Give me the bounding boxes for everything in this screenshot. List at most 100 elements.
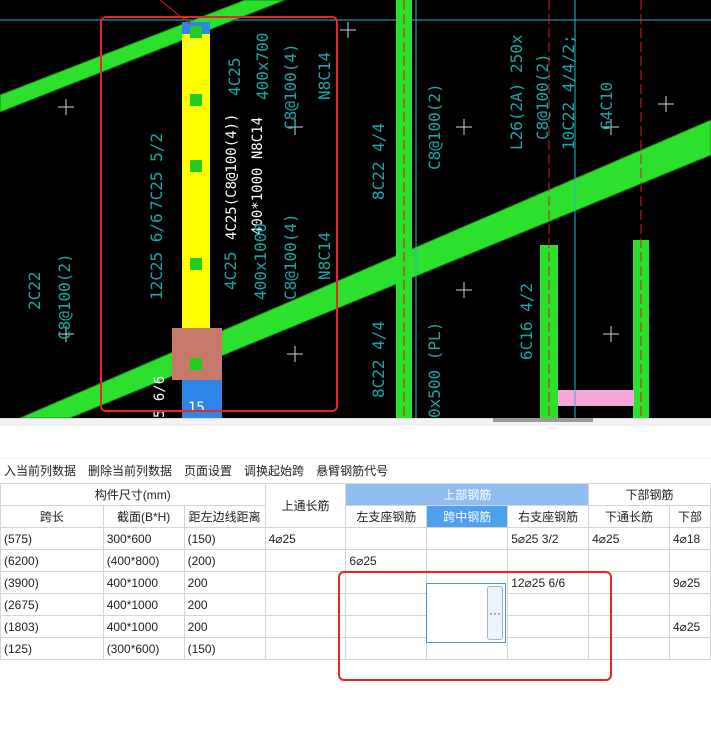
cell-right[interactable] — [507, 637, 590, 660]
cell-right[interactable]: 5⌀25 3/2 — [507, 527, 590, 550]
cad-label: C8@100(4) — [281, 43, 300, 130]
cell-section[interactable]: 400*1000 — [102, 571, 185, 594]
cad-label: 0x500 (PL) — [425, 322, 444, 418]
cell-offset[interactable]: 200 — [183, 615, 266, 638]
mid-span-header[interactable]: 跨中钢筋 — [426, 505, 509, 528]
offset-header[interactable]: 距左边线距离 — [183, 505, 266, 528]
cad-label: N8C14 — [315, 232, 334, 280]
cell-offset[interactable]: (200) — [183, 549, 266, 572]
cad-label: C8@100(4) — [281, 213, 300, 300]
cad-label: 8C22 4/4 — [369, 123, 388, 200]
top-through-header[interactable]: 上通长筋 — [264, 483, 347, 528]
table-row[interactable]: (125) (300*600) (150) — [0, 637, 711, 660]
grid-menu-bar: 入当前列数据 删除当前列数据 页面设置 调换起始跨 悬臂钢筋代号 — [0, 458, 396, 482]
cell-bottom-through[interactable] — [588, 571, 670, 594]
cad-label: G4C10 — [597, 82, 616, 130]
cad-label: 400*1000 N8C14 — [250, 117, 266, 235]
cell-bottom[interactable] — [668, 593, 711, 616]
toolbar-area — [0, 426, 711, 459]
cell-bottom-through[interactable] — [588, 549, 670, 572]
cell-span[interactable]: (6200) — [0, 549, 104, 572]
cell-bottom[interactable] — [668, 549, 711, 572]
cell-top-through[interactable] — [264, 593, 347, 616]
right-support-header[interactable]: 右支座钢筋 — [507, 505, 590, 528]
mid-span-edit-cell[interactable]: ··· — [426, 583, 506, 643]
cell-span[interactable]: (3900) — [0, 571, 104, 594]
delete-column-button[interactable]: 删除当前列数据 — [84, 462, 176, 479]
left-support-header[interactable]: 左支座钢筋 — [345, 505, 428, 528]
cell-section[interactable]: 400*1000 — [102, 615, 185, 638]
cell-top-through[interactable] — [264, 549, 347, 572]
cell-bottom-through[interactable] — [588, 593, 670, 616]
horizontal-scrollbar-thumb[interactable] — [493, 418, 593, 422]
bottom-through-header[interactable]: 下通长筋 — [588, 505, 670, 528]
cad-label: C8@100(2) — [425, 83, 444, 170]
cell-right[interactable]: 12⌀25 6/6 — [507, 571, 590, 594]
cad-label: 400x700 — [253, 33, 272, 100]
cell-bottom[interactable] — [668, 637, 711, 660]
cell-span[interactable]: (125) — [0, 637, 104, 660]
cell-top-through[interactable] — [264, 637, 347, 660]
cad-label: 4C25 — [221, 251, 240, 290]
cell-left[interactable] — [345, 527, 428, 550]
rebar-table: 构件尺寸(mm) 上通长筋 上部钢筋 下部钢筋 跨长 截面(B*H) 距左边线距… — [0, 483, 711, 660]
cell-left[interactable] — [345, 593, 428, 616]
cell-span[interactable]: (575) — [0, 527, 104, 550]
cad-label: 5 6/6 — [152, 376, 168, 418]
cell-top-through[interactable] — [264, 615, 347, 638]
cad-label: 4C25(C8@100(4)) — [224, 114, 240, 240]
cad-label: 6C16 4/2 — [517, 283, 536, 360]
bottom-next-header[interactable]: 下部 — [668, 505, 711, 528]
cell-left[interactable] — [345, 571, 428, 594]
cell-right[interactable] — [507, 593, 590, 616]
cell-top-through[interactable]: 4⌀25 — [264, 527, 347, 550]
cell-bottom[interactable]: 4⌀18 — [668, 527, 711, 550]
cell-offset[interactable]: (150) — [183, 637, 266, 660]
rebar-grid: 构件尺寸(mm) 上通长筋 上部钢筋 下部钢筋 跨长 截面(B*H) 距左边线距… — [0, 483, 711, 731]
cell-span[interactable]: (1803) — [0, 615, 104, 638]
span-header[interactable]: 跨长 — [0, 505, 104, 528]
cad-label: L26(2A) 250x — [507, 34, 526, 150]
cad-label: 400x1000 — [251, 223, 270, 300]
cell-offset[interactable]: 200 — [183, 571, 266, 594]
cell-right[interactable] — [507, 615, 590, 638]
ellipsis-button[interactable]: ··· — [487, 586, 503, 640]
cell-bottom[interactable]: 9⌀25 — [668, 571, 711, 594]
cell-section[interactable]: (300*600) — [102, 637, 185, 660]
cad-label: N8C14 — [315, 52, 334, 100]
cad-drawing: 4C25 400x700 C8@100(4) N8C14 4C25(C8@100… — [0, 0, 711, 418]
cell-span[interactable]: (2675) — [0, 593, 104, 616]
group-bottom-header: 下部钢筋 — [588, 483, 711, 506]
insert-column-button[interactable]: 入当前列数据 — [0, 462, 80, 479]
cell-section[interactable]: 300*600 — [102, 527, 185, 550]
page-setup-button[interactable]: 页面设置 — [180, 462, 236, 479]
cell-right[interactable] — [507, 549, 590, 572]
cell-offset[interactable]: 200 — [183, 593, 266, 616]
group-size-header: 构件尺寸(mm) — [0, 483, 266, 506]
cad-label: 10C22 4/4/2; — [559, 34, 578, 150]
table-row[interactable]: (575) 300*600 (150) 4⌀25 5⌀25 3/2 4⌀25 4⌀18 — [0, 527, 711, 550]
table-row[interactable]: (6200) (400*800) (200) 6⌀25 — [0, 549, 711, 572]
cad-label: C8@100(2) — [55, 253, 74, 340]
cell-offset[interactable]: (150) — [183, 527, 266, 550]
cad-label: 8C22 4/4 — [369, 321, 388, 398]
switch-start-span-button[interactable]: 调换起始跨 — [240, 462, 308, 479]
cell-mid[interactable] — [426, 549, 509, 572]
cell-bottom-through[interactable]: 4⌀25 — [588, 527, 670, 550]
cell-left[interactable] — [345, 615, 428, 638]
cell-bottom-through[interactable] — [588, 615, 670, 638]
cell-bottom-through[interactable] — [588, 637, 670, 660]
cell-top-through[interactable] — [264, 571, 347, 594]
table-row[interactable]: (1803) 400*1000 200 4⌀25 — [0, 615, 711, 638]
cell-section[interactable]: (400*800) — [102, 549, 185, 572]
cell-section[interactable]: 400*1000 — [102, 593, 185, 616]
table-row[interactable]: (3900) 400*1000 200 12⌀25 6/6 9⌀25 — [0, 571, 711, 594]
cad-canvas[interactable]: 4C25 400x700 C8@100(4) N8C14 4C25(C8@100… — [0, 0, 711, 418]
cantilever-code-button[interactable]: 悬臂钢筋代号 — [312, 462, 392, 479]
cell-left[interactable] — [345, 637, 428, 660]
section-header[interactable]: 截面(B*H) — [102, 505, 185, 528]
cell-mid[interactable] — [426, 527, 509, 550]
cell-left[interactable]: 6⌀25 — [345, 549, 428, 572]
table-row[interactable]: (2675) 400*1000 200 — [0, 593, 711, 616]
cell-bottom[interactable]: 4⌀25 — [668, 615, 711, 638]
